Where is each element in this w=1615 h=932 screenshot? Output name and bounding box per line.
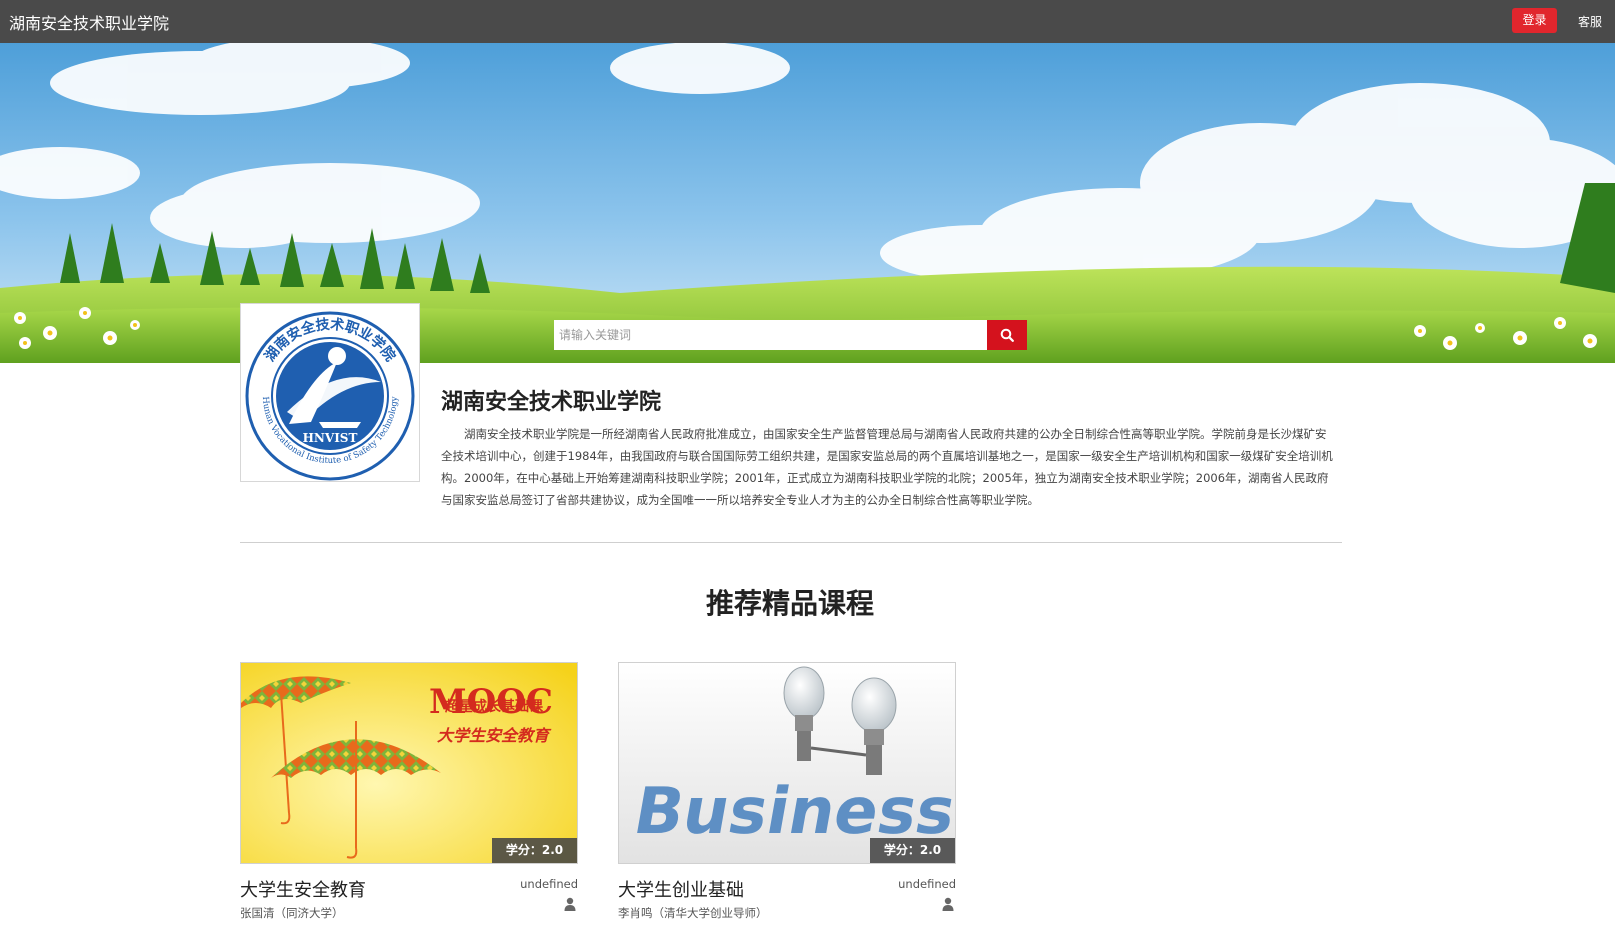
course-thumbnail[interactable]: MOOC 超星成长基础课 大学生安全教育 学分：2.0: [240, 662, 578, 864]
site-name[interactable]: 湖南安全技术职业学院: [9, 10, 169, 34]
course-student-count: undefined: [898, 877, 956, 891]
thumb-subtitle-text: 超星成长基础课: [444, 698, 544, 715]
user-icon: [564, 897, 576, 911]
section-divider: [240, 542, 1342, 543]
credit-badge: 学分：2.0: [492, 838, 577, 863]
course-teacher: 张国清（同济大学）: [240, 906, 344, 920]
logo-badge-text: HNVIST: [303, 431, 358, 445]
course-student-count: undefined: [520, 877, 578, 891]
user-icon: [942, 897, 954, 911]
school-logo: 湖南安全技术职业学院 Hunan Vocational Institute of…: [240, 303, 420, 482]
search-button[interactable]: [987, 320, 1027, 350]
search-icon: [1000, 328, 1014, 342]
course-teacher: 李肖鸣（清华大学创业导师）: [618, 906, 768, 920]
thumb-title-text: 大学生安全教育: [437, 726, 552, 745]
course-card-entrepreneurship[interactable]: Business 学分：2.0 大学生创业基础 李肖鸣（清华大学创业导师） un…: [618, 662, 956, 932]
course-thumbnail[interactable]: Business 学分：2.0: [618, 662, 956, 864]
course-name[interactable]: 大学生安全教育: [240, 876, 366, 902]
search-bar: [554, 320, 1027, 350]
course-card-safety-education[interactable]: MOOC 超星成长基础课 大学生安全教育 学分：2.0 大学生安全教育 张国清（…: [240, 662, 578, 932]
school-title: 湖南安全技术职业学院: [441, 390, 662, 415]
customer-service-link[interactable]: 客服: [1578, 13, 1602, 30]
school-description: 湖南安全技术职业学院是一所经湖南省人民政府批准成立，由国家安全生产监督管理总局与…: [441, 427, 1333, 507]
top-navigation-bar: 湖南安全技术职业学院 登录 客服: [0, 0, 1615, 43]
login-button[interactable]: 登录: [1512, 8, 1557, 33]
course-name[interactable]: 大学生创业基础: [618, 876, 744, 902]
search-input[interactable]: [554, 320, 987, 350]
credit-badge: 学分：2.0: [870, 838, 955, 863]
recommended-courses-title: 推荐精品课程: [705, 587, 874, 620]
